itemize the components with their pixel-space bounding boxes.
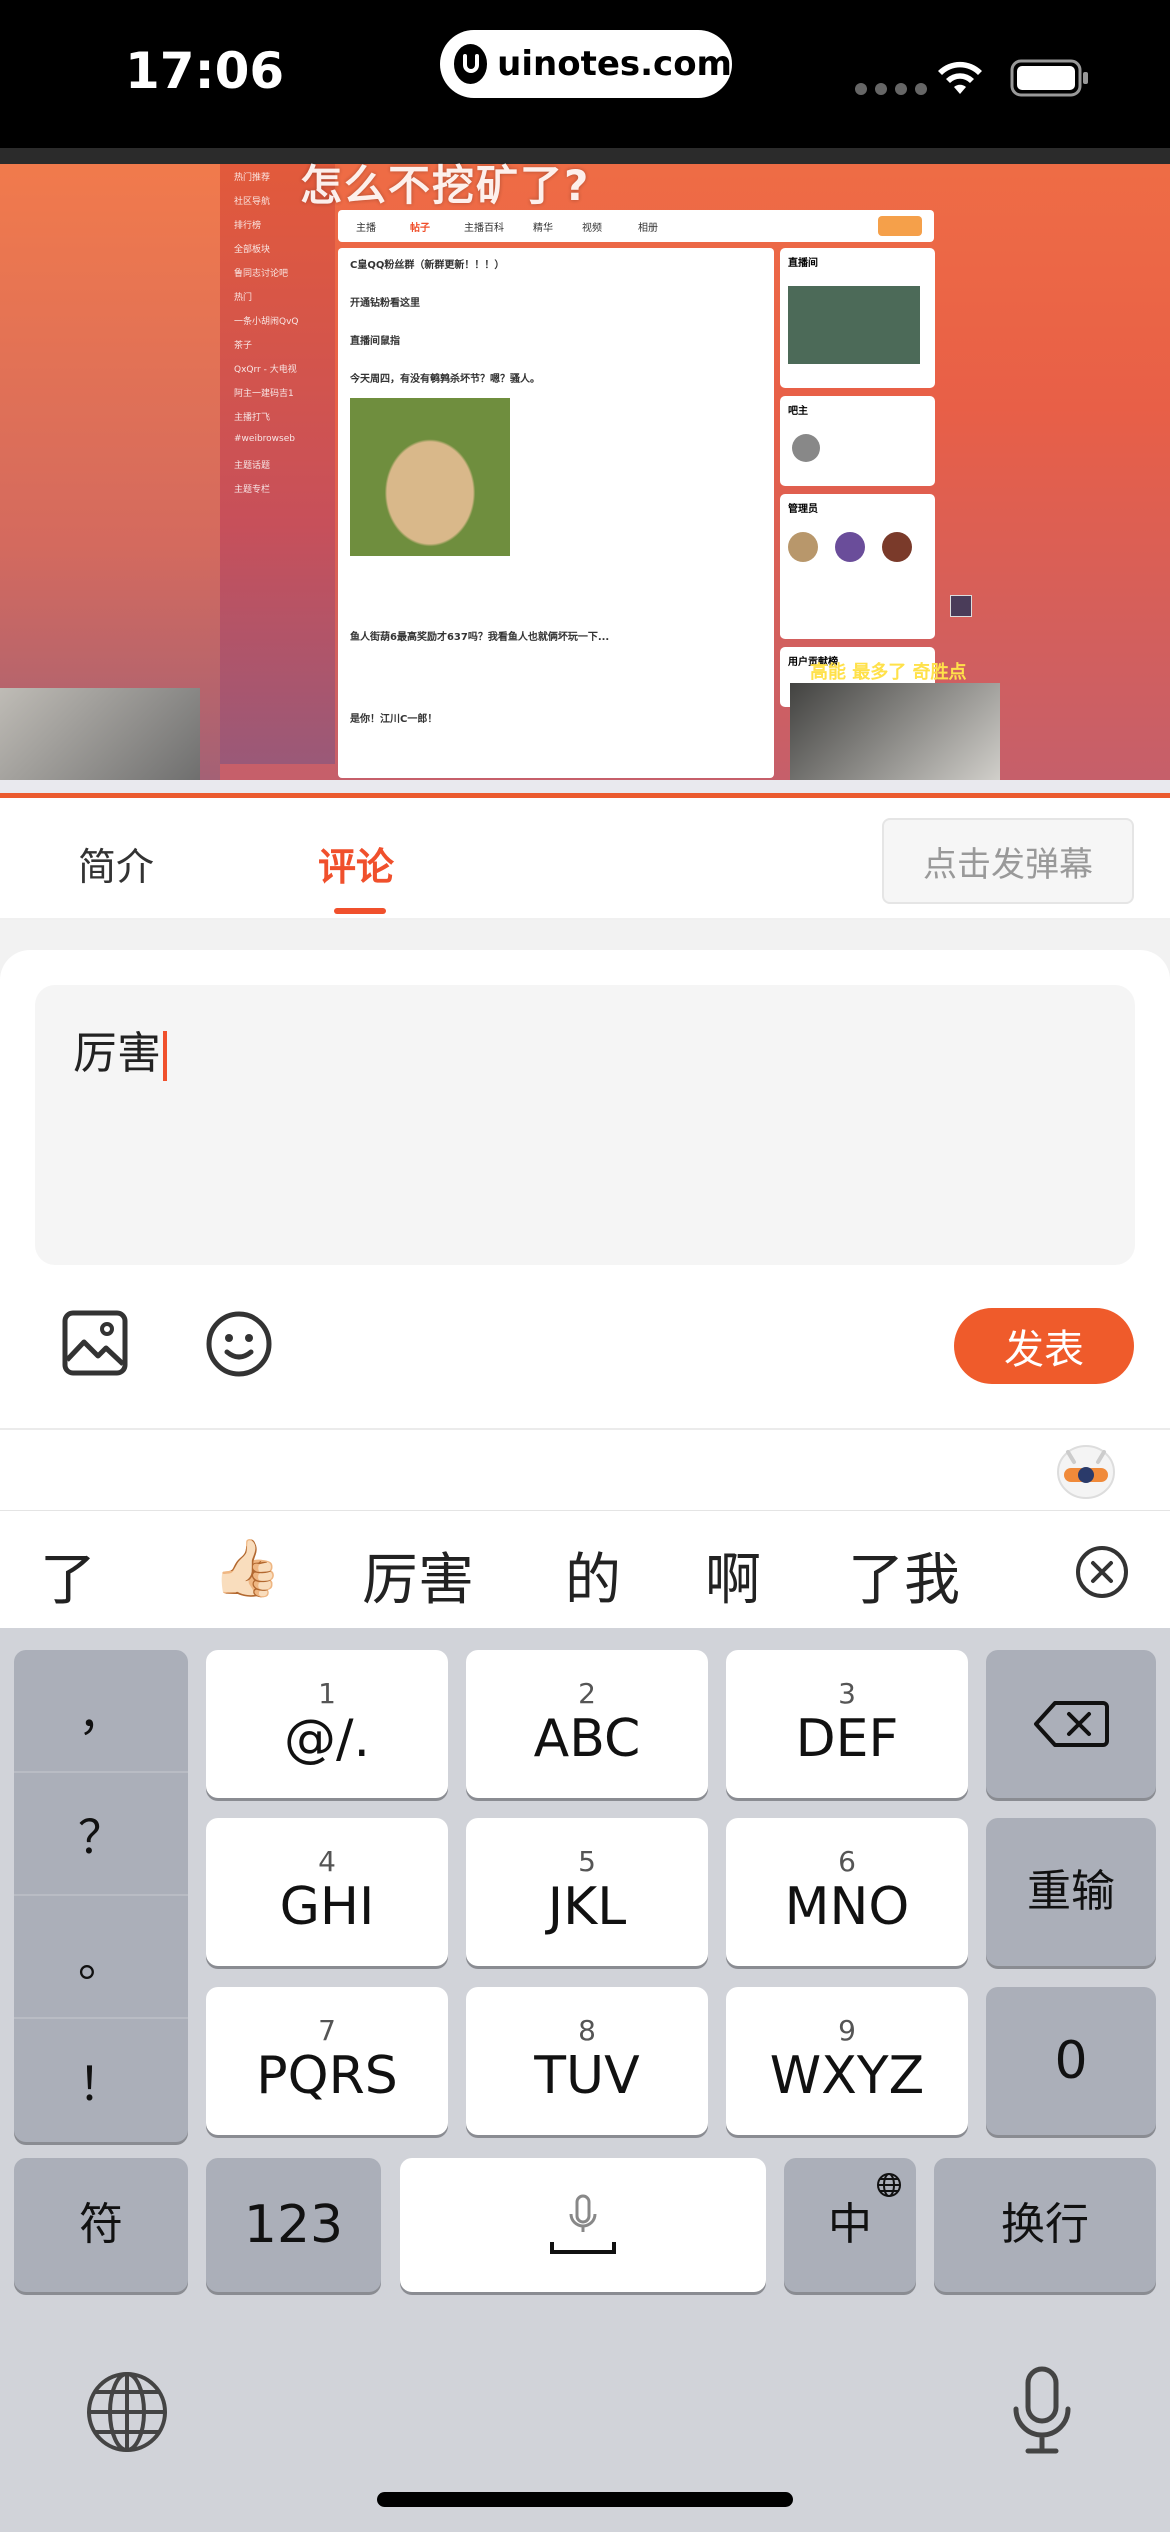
video-player[interactable]: 热门推荐 社区导航 排行榜 全部板块 鲁同志讨论吧 热门 一条小胡闹QvQ 茶子 QxQrr… — [0, 148, 1170, 798]
battery-icon — [1010, 59, 1088, 97]
comment-input[interactable]: 厉害 — [35, 985, 1135, 1265]
enter-key[interactable]: 换行 — [934, 2158, 1156, 2292]
emoji-icon[interactable] — [205, 1310, 273, 1378]
retype-button[interactable]: 重输 — [986, 1818, 1156, 1966]
punctuation-column: ， ？ 。 ！ — [14, 1650, 188, 2142]
key-9[interactable]: 9 WXYZ — [726, 1987, 968, 2135]
tab-active-indicator — [334, 908, 386, 914]
punct-key[interactable]: 。 — [14, 1896, 188, 2019]
key-5[interactable]: 5 JKL — [466, 1818, 708, 1966]
candidate-item[interactable]: 厉害 — [362, 1535, 474, 1616]
site-post-list: C皇QQ粉丝群（新群更新！！！） 开通钻粉看这里 直播间鼠指 今天周四，有没有鹌… — [338, 248, 774, 778]
key-4[interactable]: 4 GHI — [206, 1818, 448, 1966]
comment-text: 厉害 — [73, 1028, 161, 1079]
key-3[interactable]: 3 DEF — [726, 1650, 968, 1798]
delete-button[interactable] — [986, 1650, 1156, 1798]
site-tabs: 主播 帖子 主播百科 精华 视频 相册 — [338, 210, 934, 242]
key-2[interactable]: 2 ABC — [466, 1650, 708, 1798]
numbers-key[interactable]: 123 — [206, 2158, 381, 2292]
tab-comments[interactable]: 评论 — [318, 836, 394, 891]
image-icon[interactable] — [62, 1310, 128, 1376]
punct-key[interactable]: ！ — [14, 2019, 188, 2142]
home-indicator — [377, 2492, 793, 2507]
candidate-item[interactable]: 了我 — [848, 1535, 960, 1616]
post-button[interactable]: 发表 — [954, 1308, 1134, 1384]
send-danmaku-button[interactable]: 点击发弹幕 — [882, 818, 1134, 904]
clock: 17:06 — [125, 42, 285, 100]
candidate-item[interactable]: 👍🏻 — [212, 1535, 282, 1601]
app-screen: { "status_bar": {"time": "17:06", "url":… — [0, 0, 1170, 2532]
key-7[interactable]: 7 PQRS — [206, 1987, 448, 2135]
danmaku-overlay: 高能 最多了 奇胜点 — [810, 662, 967, 683]
text-caret — [163, 1031, 167, 1081]
key-8[interactable]: 8 TUV — [466, 1987, 708, 2135]
edit-icon — [950, 595, 972, 617]
close-circle-icon[interactable] — [1075, 1545, 1129, 1599]
small-globe-icon — [877, 2173, 901, 2197]
candidate-item[interactable]: 的 — [565, 1535, 621, 1616]
wifi-icon — [938, 61, 982, 94]
signal-dots-icon — [855, 83, 927, 95]
symbols-key[interactable]: 符 — [14, 2158, 188, 2292]
punct-key[interactable]: ， — [14, 1650, 188, 1773]
url-text: uinotes.com — [497, 44, 732, 84]
globe-icon[interactable] — [85, 2370, 169, 2454]
mascot-icon[interactable] — [1052, 1438, 1120, 1502]
chicken-image — [350, 398, 510, 556]
sheet-divider — [0, 1428, 1170, 1430]
site-logo-icon — [454, 44, 488, 84]
tab-intro[interactable]: 简介 — [78, 836, 154, 891]
candidate-item[interactable]: 啊 — [705, 1535, 761, 1616]
url-pill[interactable]: uinotes.com — [440, 30, 732, 98]
microphone-icon[interactable] — [1008, 2365, 1076, 2457]
key-0[interactable]: 0 — [986, 1987, 1156, 2135]
space-key[interactable] — [400, 2158, 766, 2292]
ime-candidate-bar: 了 👍🏻 厉害 的 啊 了我 — [0, 1510, 1170, 1628]
video-overlay-title: 怎么不挖矿了? — [300, 161, 591, 210]
language-key[interactable]: 中 — [784, 2158, 916, 2292]
candidate-item[interactable]: 了 — [40, 1535, 96, 1616]
status-bar: 17:06 uinotes.com — [0, 0, 1170, 148]
punct-key[interactable]: ？ — [14, 1773, 188, 1896]
key-1[interactable]: 1 @/. — [206, 1650, 448, 1798]
delete-icon — [1034, 1701, 1109, 1747]
site-sidebar: 热门推荐 社区导航 排行榜 全部板块 鲁同志讨论吧 热门 一条小胡闹QvQ 茶子 QxQrr… — [220, 164, 335, 764]
key-6[interactable]: 6 MNO — [726, 1818, 968, 1966]
space-mic-icon — [550, 2194, 616, 2254]
